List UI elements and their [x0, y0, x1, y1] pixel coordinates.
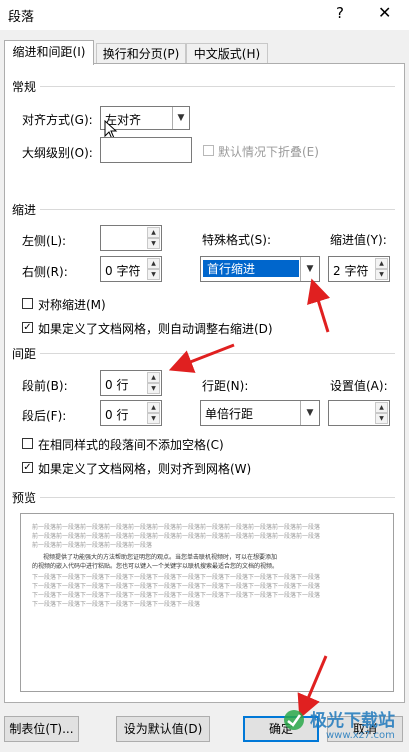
- watermark-url: www.xz7.com: [326, 730, 395, 741]
- annotation-arrow-spacing: [168, 343, 235, 373]
- annotation-arrow-special-format: [307, 278, 331, 333]
- watermark: 极光下载站 www.xz7.com: [280, 700, 409, 752]
- watermark-text: 极光下载站: [310, 711, 395, 731]
- tab-indent-spacing[interactable]: 缩进和间距(I): [4, 40, 94, 65]
- annotation-arrows: [168, 278, 331, 720]
- watermark-logo-icon: [284, 710, 304, 730]
